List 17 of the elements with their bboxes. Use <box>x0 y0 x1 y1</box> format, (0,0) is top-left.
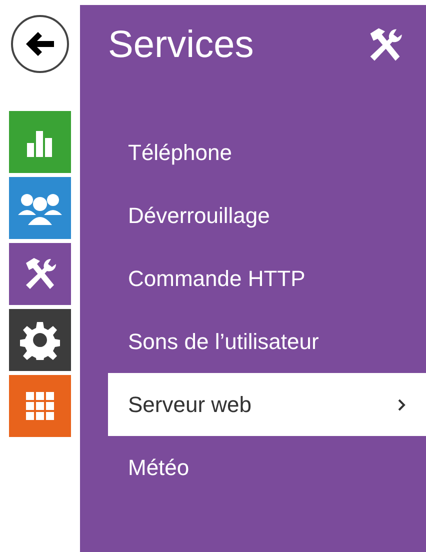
gear-icon <box>20 320 60 360</box>
back-arrow-icon <box>25 31 55 57</box>
menu-item[interactable]: Sons de l’utilisateur <box>108 310 426 373</box>
chevron-icon <box>398 398 406 410</box>
menu-item[interactable]: Serveur web <box>108 373 426 436</box>
nav-tile[interactable] <box>9 309 71 371</box>
nav-tile[interactable] <box>9 111 71 173</box>
page-title: Services <box>108 24 254 66</box>
menu-item[interactable]: Météo <box>108 436 426 499</box>
nav-tile[interactable] <box>9 375 71 437</box>
menu-item[interactable]: Déverrouillage <box>108 184 426 247</box>
grid-icon <box>25 391 55 421</box>
users-icon <box>18 191 62 225</box>
nav-tile[interactable] <box>9 177 71 239</box>
nav-tile[interactable] <box>9 243 71 305</box>
menu-item[interactable]: Téléphone <box>108 121 426 184</box>
menu-item[interactable]: Commande HTTP <box>108 247 426 310</box>
